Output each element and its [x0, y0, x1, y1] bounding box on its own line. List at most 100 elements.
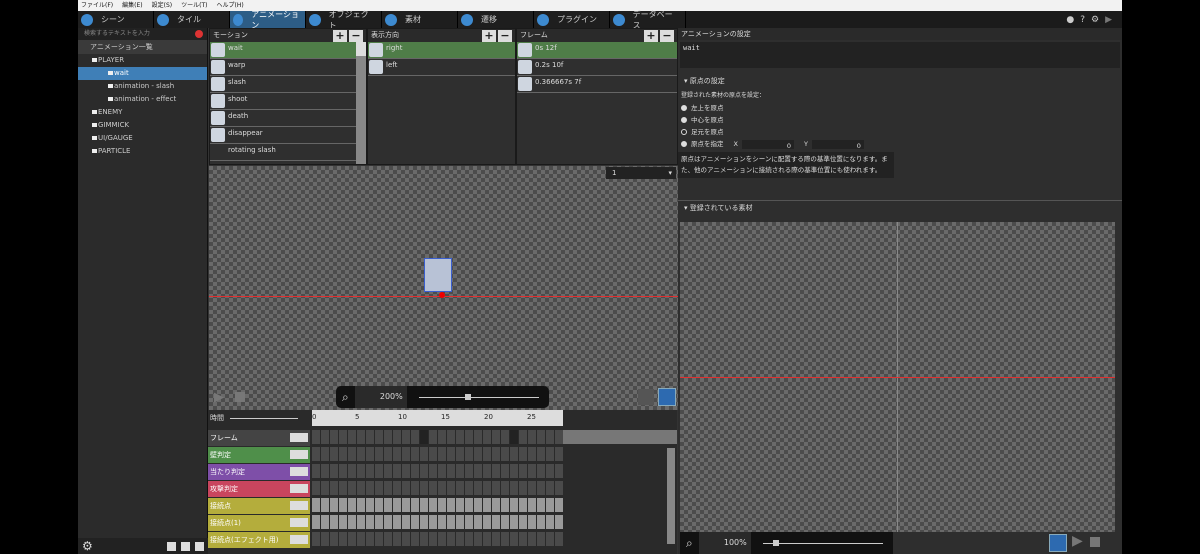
timeline-cell[interactable] [537, 515, 545, 529]
timeline-cell[interactable] [321, 515, 329, 529]
timeline-cell[interactable] [447, 430, 455, 444]
timeline-cell[interactable] [510, 498, 518, 512]
add-folder-icon[interactable] [167, 541, 176, 551]
timeline-cell[interactable] [555, 464, 563, 478]
timeline-cell[interactable] [492, 430, 500, 444]
timeline-track-label[interactable]: 接続点(エフェクト用) [208, 532, 310, 548]
timeline-cell[interactable] [339, 481, 347, 495]
timeline-cell[interactable] [555, 532, 563, 546]
tab-transition[interactable]: 遷移 [458, 11, 534, 28]
timeline-cell[interactable] [321, 430, 329, 444]
motion-row[interactable]: death [210, 110, 356, 127]
timeline-track-label[interactable]: 当たり判定 [208, 464, 310, 480]
timeline-cell[interactable] [438, 430, 446, 444]
radio-button[interactable] [681, 129, 687, 135]
timeline-cell[interactable] [393, 532, 401, 546]
play-icon[interactable]: ▶ [1105, 15, 1112, 25]
timeline-cell[interactable] [393, 515, 401, 529]
timeline-cell[interactable] [321, 532, 329, 546]
timeline-track-cells[interactable] [312, 532, 563, 546]
timeline-cell[interactable] [456, 515, 464, 529]
timeline-cell[interactable] [501, 430, 509, 444]
timeline-cell[interactable] [402, 464, 410, 478]
origin-section-header[interactable]: ▾ 原点の設定 [678, 74, 1122, 88]
timeline-cell[interactable] [357, 464, 365, 478]
zoom-slider[interactable] [418, 393, 539, 400]
stop-button[interactable] [1090, 537, 1100, 547]
tree-item[interactable]: UI/GAUGE [78, 132, 207, 145]
trash-icon[interactable] [195, 541, 204, 551]
timeline-cell[interactable] [375, 430, 383, 444]
timeline-cell[interactable] [438, 515, 446, 529]
tree-item[interactable]: wait [78, 67, 207, 80]
timeline-cell[interactable] [510, 481, 518, 495]
timeline-cell[interactable] [330, 464, 338, 478]
motion-row[interactable]: slash [210, 76, 356, 93]
timeline-cell[interactable] [384, 481, 392, 495]
tab-scene[interactable]: シーン [78, 11, 154, 28]
timeline-cell[interactable] [519, 447, 527, 461]
origin-option[interactable]: 中心を原点 [681, 114, 1122, 126]
timeline-cell[interactable] [339, 447, 347, 461]
timeline-cell[interactable] [357, 430, 365, 444]
add-frame-button[interactable]: + [644, 30, 658, 42]
timeline-cell[interactable] [465, 498, 473, 512]
timeline-cell[interactable] [420, 464, 428, 478]
timeline-cell[interactable] [438, 532, 446, 546]
timeline-cell[interactable] [393, 430, 401, 444]
timeline-cell[interactable] [321, 481, 329, 495]
tree-item[interactable]: PLAYER [78, 54, 207, 67]
timeline-cell[interactable] [420, 430, 428, 444]
visibility-icon[interactable] [290, 450, 308, 459]
timeline-cell[interactable] [501, 532, 509, 546]
timeline-cell[interactable] [402, 430, 410, 444]
timeline-cell[interactable] [546, 515, 554, 529]
timeline-cell[interactable] [528, 430, 536, 444]
timeline-cell[interactable] [366, 430, 374, 444]
timeline-cell[interactable] [384, 464, 392, 478]
materials-zoom-value[interactable]: 100% [698, 532, 751, 554]
tab-plugin[interactable]: プラグイン [534, 11, 610, 28]
remove-frame-button[interactable]: − [660, 30, 674, 42]
timeline-cell[interactable] [321, 498, 329, 512]
help-icon[interactable]: ? [1080, 15, 1085, 25]
timeline-cell[interactable] [402, 532, 410, 546]
timeline-cell[interactable] [375, 481, 383, 495]
timeline-cell[interactable] [438, 481, 446, 495]
timeline-cell[interactable] [474, 464, 482, 478]
origin-option[interactable]: 原点を指定 X 0 Y 0 [681, 138, 1122, 150]
timeline-track-cells[interactable] [312, 464, 563, 478]
timeline-cell[interactable] [537, 430, 545, 444]
radio-button[interactable] [681, 117, 687, 123]
timeline-cell[interactable] [411, 515, 419, 529]
tab-database[interactable]: データベース [610, 10, 686, 30]
timeline-cell[interactable] [429, 481, 437, 495]
motion-row[interactable]: disappear [210, 127, 356, 144]
timeline-cell[interactable] [330, 481, 338, 495]
menu-settings[interactable]: 設定(S) [152, 0, 173, 11]
timeline-cell[interactable] [447, 515, 455, 529]
circle-icon[interactable]: ● [1066, 15, 1074, 25]
timeline-cell[interactable] [429, 464, 437, 478]
timeline-cell[interactable] [384, 447, 392, 461]
timeline-cell[interactable] [447, 498, 455, 512]
menu-file[interactable]: ファイル(F) [81, 0, 113, 11]
timeline-cell[interactable] [483, 532, 491, 546]
visibility-icon[interactable] [290, 518, 308, 527]
timeline-cell[interactable] [465, 464, 473, 478]
timeline-cell[interactable] [420, 498, 428, 512]
timeline-cell[interactable] [366, 447, 374, 461]
frames-row[interactable]: 0s 12f [517, 42, 677, 59]
timeline-cell[interactable] [474, 532, 482, 546]
timeline-cell[interactable] [519, 498, 527, 512]
timeline-cell[interactable] [312, 464, 320, 478]
timeline-cell[interactable] [321, 464, 329, 478]
timeline-cell[interactable] [528, 447, 536, 461]
timeline-cell[interactable] [456, 498, 464, 512]
motion-row[interactable]: warp [210, 59, 356, 76]
timeline-cell[interactable] [384, 515, 392, 529]
timeline-cell[interactable] [366, 498, 374, 512]
timeline-cell[interactable] [339, 532, 347, 546]
timeline-cell[interactable] [411, 464, 419, 478]
timeline-cell[interactable] [537, 447, 545, 461]
